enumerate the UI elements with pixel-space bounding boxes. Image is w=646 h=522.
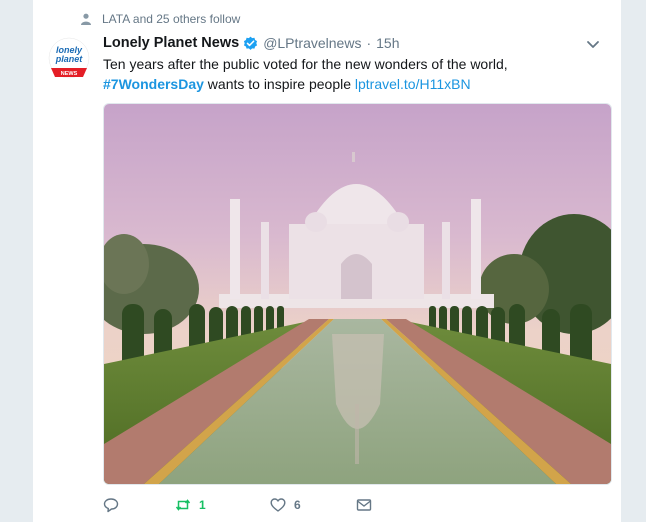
verified-badge-icon <box>244 36 258 50</box>
tweet-actions: 1 6 <box>103 495 503 515</box>
author-name[interactable]: Lonely Planet News <box>103 35 239 51</box>
hashtag-link[interactable]: #7WondersDay <box>103 76 204 92</box>
logo-text-planet: planet <box>55 54 84 64</box>
lonely-planet-logo: lonely planet NEWS <box>48 37 90 79</box>
person-icon <box>81 13 91 25</box>
like-count: 6 <box>294 498 301 512</box>
logo-badge-news: NEWS <box>61 71 78 77</box>
tweet-card[interactable]: LATA and 25 others follow lonely planet … <box>33 0 621 522</box>
retweet-count: 1 <box>199 498 206 512</box>
reply-icon <box>103 498 119 513</box>
retweet-button[interactable]: 1 <box>175 497 270 513</box>
like-button[interactable]: 6 <box>270 497 356 513</box>
avatar[interactable]: lonely planet NEWS <box>45 36 93 84</box>
tweet-text-rest: wants to inspire people <box>203 76 355 92</box>
chevron-down-icon[interactable] <box>585 36 601 52</box>
author-handle[interactable]: @LPtravelnews <box>263 35 361 51</box>
envelope-icon <box>356 499 372 511</box>
tweet-text: Ten years after the public voted for the… <box>103 54 613 94</box>
separator-dot: · <box>366 35 372 51</box>
taj-mahal-photo <box>104 104 611 484</box>
timestamp[interactable]: 15h <box>376 35 399 51</box>
tweet-header: Lonely Planet News @LPtravelnews · 15h <box>103 32 611 54</box>
tweet-media-image[interactable] <box>103 103 612 485</box>
reply-button[interactable] <box>103 497 175 513</box>
tweet-text-line1: Ten years after the public voted for the… <box>103 56 508 72</box>
url-link[interactable]: lptravel.to/H11xBN <box>355 76 471 92</box>
social-context-text: LATA and 25 others follow <box>102 12 241 26</box>
retweet-icon <box>175 499 191 511</box>
direct-message-button[interactable] <box>356 497 372 513</box>
heart-icon <box>270 498 286 512</box>
social-context: LATA and 25 others follow <box>80 10 240 28</box>
